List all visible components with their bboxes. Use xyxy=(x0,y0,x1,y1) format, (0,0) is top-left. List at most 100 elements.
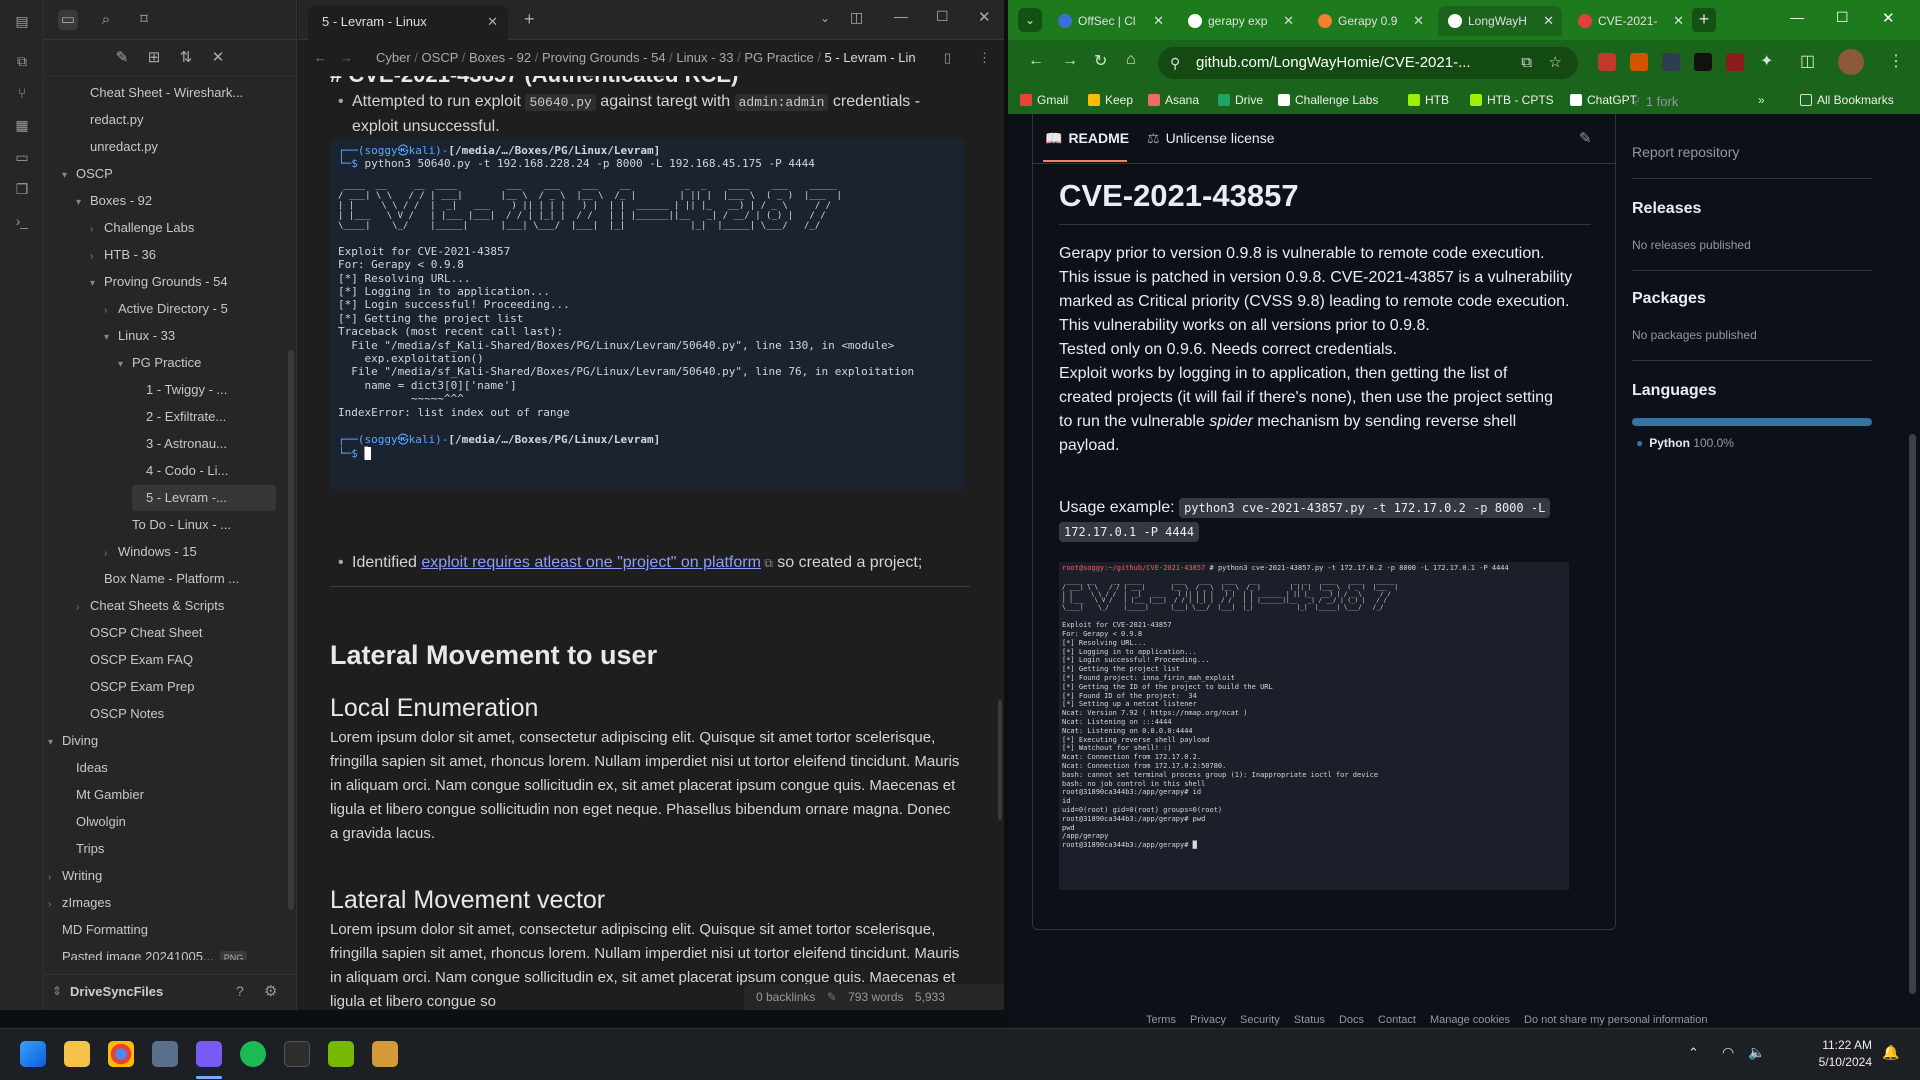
files-icon[interactable]: ⧉ xyxy=(13,52,31,70)
app-icon[interactable] xyxy=(372,1041,398,1067)
close-tab-icon[interactable]: ✕ xyxy=(1283,6,1294,36)
split-icon[interactable]: ◫ xyxy=(850,9,863,26)
backlinks-count[interactable]: 0 backlinks xyxy=(756,990,815,1004)
exploit-link[interactable]: exploit requires atleast one "project" o… xyxy=(421,554,761,571)
tree-item[interactable]: › HTB - 36 xyxy=(90,242,276,268)
extension-icon[interactable] xyxy=(1598,53,1616,71)
tray-overflow-icon[interactable]: ⌃ xyxy=(1688,1045,1699,1061)
help-icon[interactable]: ? xyxy=(236,983,244,999)
install-icon[interactable]: ⧉ xyxy=(1521,47,1532,79)
extension-icon[interactable] xyxy=(1694,53,1712,71)
footer-link[interactable]: Terms xyxy=(1146,1014,1176,1026)
new-folder-icon[interactable]: ⊞ xyxy=(144,48,164,68)
page-scrollbar[interactable] xyxy=(1905,114,1920,1028)
extension-icon[interactable] xyxy=(1662,53,1680,71)
report-repository[interactable]: Report repository xyxy=(1632,144,1739,160)
releases-heading[interactable]: Releases xyxy=(1632,200,1701,218)
editor-scrollbar[interactable] xyxy=(998,700,1002,820)
settings-icon[interactable]: ⚙ xyxy=(264,982,277,1000)
browser-tab[interactable]: Gerapy 0.9 ✕ xyxy=(1308,6,1432,36)
tree-item[interactable]: ▾ Proving Grounds - 54 xyxy=(90,269,276,295)
tree-item[interactable]: unredact.py xyxy=(76,134,276,160)
graph-icon[interactable]: ⑂ xyxy=(13,84,31,102)
breadcrumb-item[interactable]: Proving Grounds - 54 xyxy=(542,50,666,65)
maximize-icon[interactable]: ☐ xyxy=(936,8,949,25)
tree-item[interactable]: ▾ Boxes - 92 xyxy=(76,188,276,214)
tree-item[interactable]: OSCP Exam FAQ xyxy=(76,647,276,673)
bookmark-item[interactable]: HTB - CPTS xyxy=(1470,92,1554,108)
new-tab-icon[interactable]: + xyxy=(524,9,535,30)
close-tab-icon[interactable]: ✕ xyxy=(1413,6,1424,36)
profile-avatar[interactable] xyxy=(1838,49,1864,75)
extension-icon[interactable] xyxy=(1726,53,1744,71)
packages-heading[interactable]: Packages xyxy=(1632,290,1706,308)
tree-item[interactable]: › zImages xyxy=(48,890,276,916)
bookmarks-overflow-icon[interactable]: » xyxy=(1758,92,1765,108)
new-tab-icon[interactable]: + xyxy=(1692,8,1716,32)
nvidia-icon[interactable] xyxy=(328,1041,354,1067)
tree-item[interactable]: Mt Gambier xyxy=(62,782,276,808)
back-icon[interactable]: ← xyxy=(1028,52,1044,70)
tree-item[interactable]: 5 - Levram -... xyxy=(132,485,276,511)
extension-icon[interactable] xyxy=(1630,53,1648,71)
fork-count[interactable]: ⑂ 1 fork xyxy=(1632,94,1678,109)
new-note-icon[interactable]: ✎ xyxy=(112,48,132,68)
tree-item[interactable]: MD Formatting xyxy=(48,917,276,943)
site-info-icon[interactable]: ⚲ xyxy=(1170,47,1180,79)
tree-item[interactable]: Ideas xyxy=(62,755,276,781)
tree-item[interactable]: OSCP Cheat Sheet xyxy=(76,620,276,646)
collapse-all-icon[interactable]: ✕ xyxy=(208,48,228,68)
tree-item[interactable]: ▾ Linux - 33 xyxy=(104,323,276,349)
wifi-icon[interactable]: ◠ xyxy=(1722,1044,1734,1061)
bookmark-item[interactable]: Keep xyxy=(1088,92,1133,108)
tree-item[interactable]: To Do - Linux - ... xyxy=(118,512,276,538)
bookmark-item[interactable]: HTB xyxy=(1408,92,1449,108)
footer-link[interactable]: Docs xyxy=(1339,1014,1364,1026)
tree-item[interactable]: ▾ PG Practice xyxy=(118,350,276,376)
language-python[interactable]: ● Python 100.0% xyxy=(1636,436,1734,450)
terminal-icon[interactable] xyxy=(284,1041,310,1067)
forward-icon[interactable]: → xyxy=(1062,52,1078,70)
terminal-icon[interactable]: ›_ xyxy=(13,212,31,230)
tree-item[interactable]: Trips xyxy=(62,836,276,862)
bookmark-item[interactable]: Asana xyxy=(1148,92,1199,108)
tab-levram[interactable]: 5 - Levram - Linux ✕ xyxy=(308,6,508,40)
footer-link[interactable]: Manage cookies xyxy=(1430,1014,1510,1026)
breadcrumb-item[interactable]: PG Practice xyxy=(744,50,813,65)
tree-item[interactable]: 2 - Exfiltrate... xyxy=(132,404,276,430)
spotify-icon[interactable] xyxy=(240,1041,266,1067)
sidebar-toggle-icon[interactable]: ▤ xyxy=(13,12,31,30)
breadcrumb-item[interactable]: OSCP xyxy=(422,50,459,65)
tree-item[interactable]: › Windows - 15 xyxy=(104,539,276,565)
tree-item[interactable]: › Challenge Labs xyxy=(90,215,276,241)
browser-tab[interactable]: LongWayH ✕ xyxy=(1438,6,1562,36)
bookmark-item[interactable]: ChatGPT xyxy=(1570,92,1637,108)
tree-item[interactable]: Pasted image 20241005... PNG xyxy=(48,944,276,960)
breadcrumb-item[interactable]: Boxes - 92 xyxy=(469,50,531,65)
virtualbox-icon[interactable] xyxy=(152,1041,178,1067)
tab-readme[interactable]: 📖 README xyxy=(1045,130,1129,147)
reload-icon[interactable]: ↻ xyxy=(1094,51,1107,71)
tab-search-icon[interactable]: ⌄ xyxy=(1018,8,1042,32)
tab-license[interactable]: ⚖ Unlicense license xyxy=(1147,130,1275,147)
bookmark-item[interactable]: Challenge Labs xyxy=(1278,92,1378,108)
breadcrumb-item[interactable]: Linux - 33 xyxy=(676,50,733,65)
tree-item[interactable]: OSCP Notes xyxy=(76,701,276,727)
address-bar[interactable]: ⚲ github.com/LongWayHomie/CVE-2021-... ⧉… xyxy=(1158,47,1578,79)
more-options-icon[interactable]: ⋮ xyxy=(978,40,991,76)
reading-view-icon[interactable]: ▯ xyxy=(944,40,951,76)
tree-item[interactable]: 3 - Astronau... xyxy=(132,431,276,457)
close-window-icon[interactable]: ✕ xyxy=(1882,9,1895,27)
browser-tab[interactable]: CVE-2021- ✕ xyxy=(1568,6,1692,36)
tree-item[interactable]: ▾ OSCP xyxy=(62,161,276,187)
start-icon[interactable] xyxy=(20,1041,46,1067)
all-bookmarks[interactable]: All Bookmarks xyxy=(1800,92,1894,108)
minimize-icon[interactable]: — xyxy=(1790,9,1804,25)
close-tab-icon[interactable]: ✕ xyxy=(1543,6,1554,36)
footer-link[interactable]: Privacy xyxy=(1190,1014,1226,1026)
tree-item[interactable]: 1 - Twiggy - ... xyxy=(132,377,276,403)
vault-chevron-icon[interactable]: ⇕ xyxy=(52,984,62,998)
breadcrumb-item[interactable]: 5 - Levram - Lin xyxy=(825,50,916,65)
copy-icon[interactable]: ❐ xyxy=(13,180,31,198)
volume-icon[interactable]: 🔈 xyxy=(1748,1044,1765,1061)
